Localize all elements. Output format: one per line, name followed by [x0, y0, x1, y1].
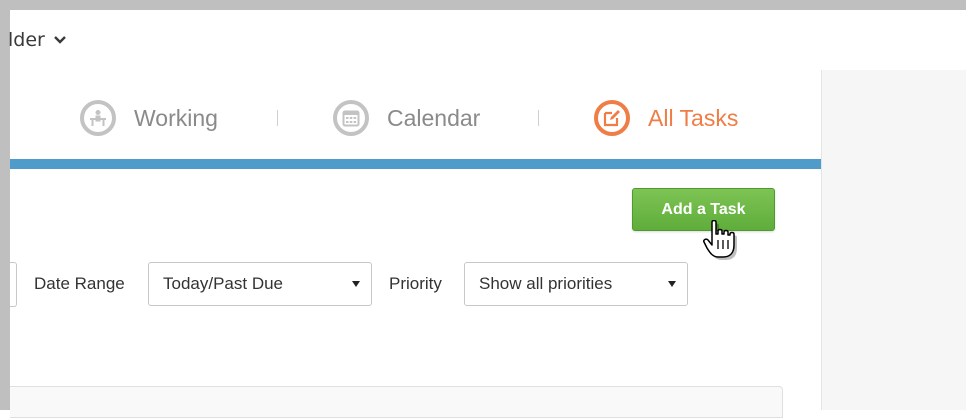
- tab-separator: [277, 110, 278, 126]
- task-list-panel: [10, 386, 783, 418]
- tab-working[interactable]: Working: [80, 98, 218, 138]
- edit-icon: [594, 100, 630, 136]
- tab-working-label: Working: [134, 104, 218, 131]
- dropdown-arrow-icon: [668, 281, 676, 287]
- priority-label: Priority: [389, 274, 442, 293]
- filters-row: Date Range Today/Past Due Priority Show …: [10, 261, 821, 307]
- window-frame-top: [0, 0, 966, 10]
- tab-calendar[interactable]: Calendar: [333, 98, 480, 138]
- accent-bar: [10, 159, 821, 169]
- priority-select[interactable]: Show all priorities: [464, 262, 688, 306]
- chevron-down-icon: [53, 36, 66, 44]
- priority-value: Show all priorities: [479, 274, 613, 293]
- hand-cursor-icon: [703, 220, 737, 260]
- date-range-label: Date Range: [34, 274, 125, 293]
- header-bar: lder: [8, 10, 966, 71]
- tab-all-tasks[interactable]: All Tasks: [594, 98, 738, 138]
- dropdown-arrow-icon: [352, 281, 360, 287]
- search-input[interactable]: [10, 262, 17, 307]
- folder-menu[interactable]: lder: [8, 29, 67, 51]
- tab-calendar-label: Calendar: [387, 104, 481, 131]
- tab-separator: [538, 110, 539, 126]
- calendar-icon: [333, 100, 369, 136]
- date-range-value: Today/Past Due: [163, 274, 284, 293]
- window-frame-left: [0, 0, 10, 410]
- nav-tabs: Working Calendar All Tasks: [10, 70, 821, 159]
- tab-all-tasks-label: All Tasks: [648, 104, 739, 131]
- folder-menu-label: lder: [8, 29, 45, 51]
- right-side-panel: [821, 70, 966, 410]
- working-icon: [80, 100, 116, 136]
- date-range-select[interactable]: Today/Past Due: [148, 262, 372, 306]
